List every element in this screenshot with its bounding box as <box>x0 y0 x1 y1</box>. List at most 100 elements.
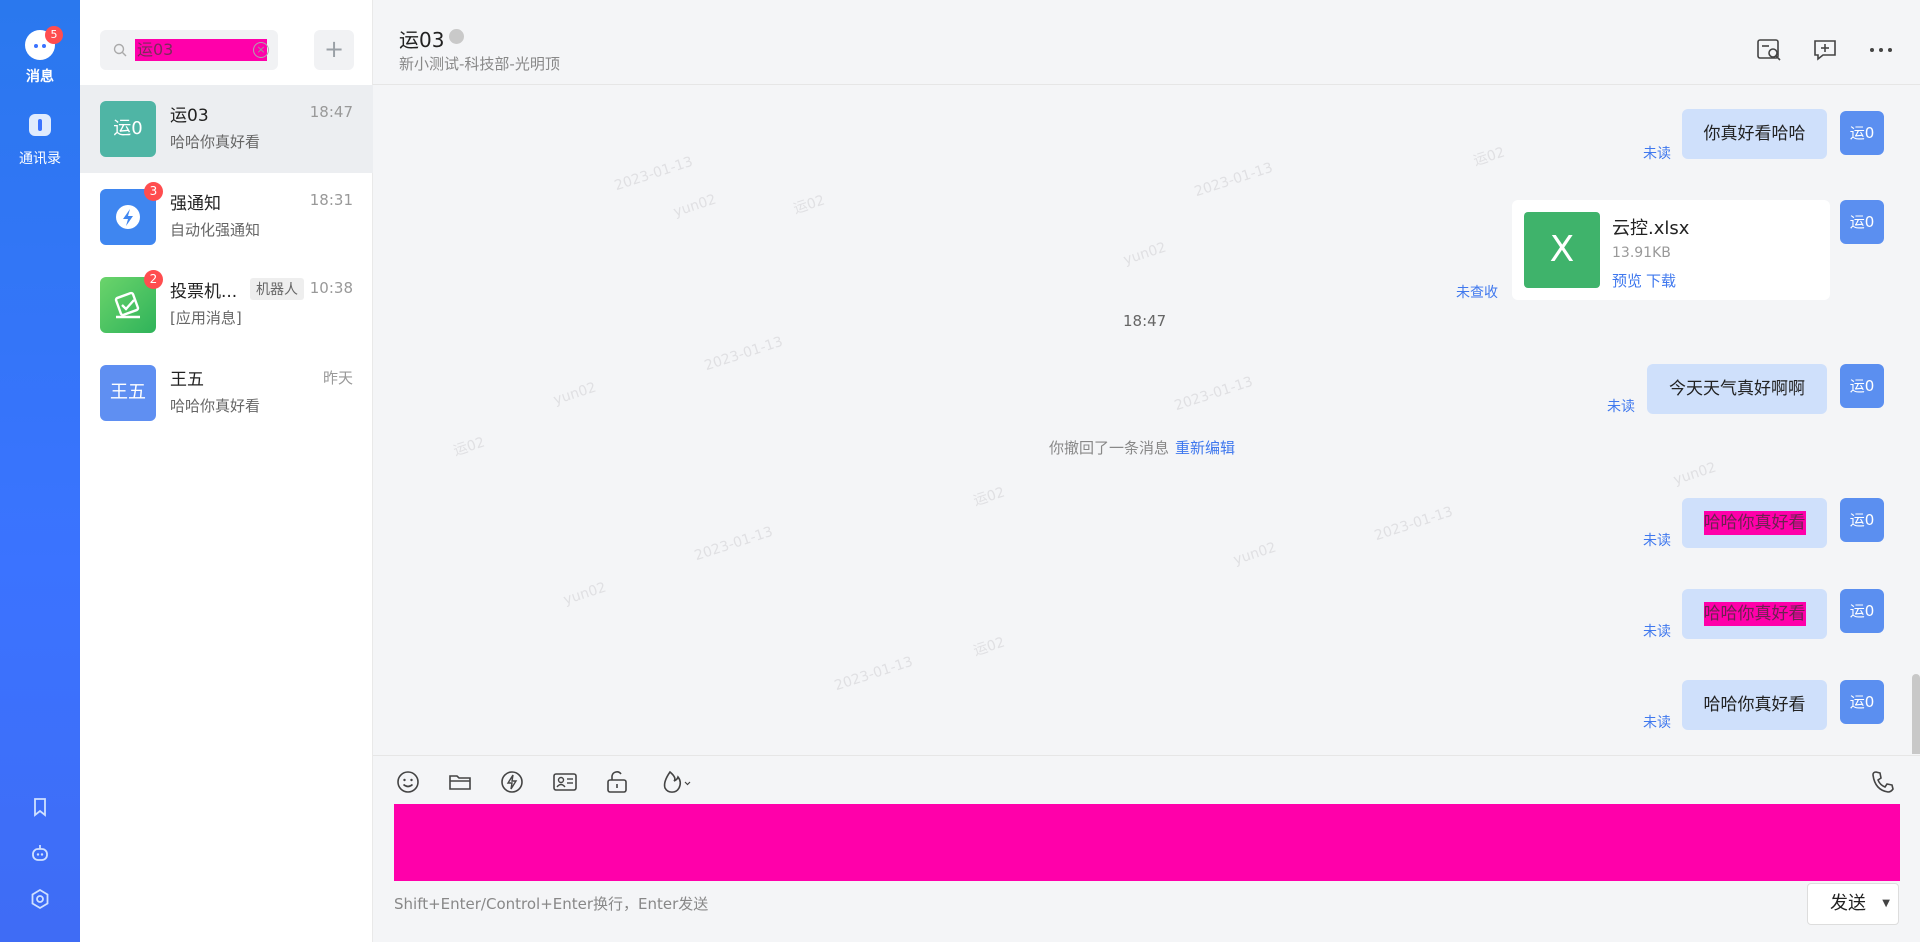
chat-subtitle: 新小测试-科技部-光明顶 <box>399 55 560 73</box>
watermark: 运02 <box>1471 144 1507 170</box>
file-size: 13.91KB <box>1612 245 1671 261</box>
messages-icon: 5 <box>25 26 63 60</box>
search-box[interactable]: 运03 × <box>100 30 278 70</box>
nav-messages-label: 消息 <box>26 69 54 85</box>
send-options-icon[interactable]: ▼ <box>1882 884 1890 924</box>
chat-header: 运03 新小测试-科技部-光明顶 <box>373 0 1920 85</box>
message-bubble[interactable]: 你真好看哈哈 <box>1682 109 1827 159</box>
recall-text: 你撤回了一条消息 <box>1049 439 1170 457</box>
flash-icon[interactable] <box>498 768 526 796</box>
avatar[interactable]: 运0 <box>1840 111 1884 155</box>
phone-icon[interactable] <box>1869 768 1897 796</box>
contact-card-icon[interactable] <box>551 768 579 796</box>
watermark: yun02 <box>551 379 599 409</box>
input-hint: Shift+Enter/Control+Enter换行，Enter发送 <box>394 895 709 913</box>
conversation-time: 10:38 <box>309 279 353 297</box>
avatar[interactable]: 运0 <box>1840 364 1884 408</box>
message-bubble[interactable]: 哈哈你真好看 <box>1682 498 1827 548</box>
watermark: 运02 <box>971 484 1007 510</box>
message-bubble[interactable]: 哈哈你真好看 <box>1682 589 1827 639</box>
status-dot <box>449 29 464 44</box>
chat-title: 运03 <box>399 28 445 52</box>
system-time: 18:47 <box>1123 312 1167 330</box>
messages-badge: 5 <box>45 26 63 44</box>
conversation-name: 强通知 <box>170 194 221 214</box>
message-text: 今天天气真好啊啊 <box>1669 379 1805 399</box>
message-bubble[interactable]: 今天天气真好啊啊 <box>1647 364 1827 414</box>
burn-after-reading-icon[interactable] <box>656 768 694 796</box>
clear-search-icon[interactable]: × <box>253 42 269 58</box>
watermark: yun02 <box>561 579 609 609</box>
search-history-icon[interactable] <box>1755 36 1783 64</box>
watermark: 2023-01-13 <box>702 333 785 375</box>
preview-link[interactable]: 预览 <box>1612 270 1642 291</box>
watermark: 运02 <box>971 634 1007 660</box>
message-bubble[interactable]: 哈哈你真好看 <box>1682 680 1827 730</box>
download-link[interactable]: 下载 <box>1646 270 1676 291</box>
conversation-preview: 哈哈你真好看 <box>170 133 261 151</box>
excel-icon: X <box>1524 212 1600 288</box>
conversation-preview: 哈哈你真好看 <box>170 397 261 415</box>
nav-contacts-label: 通讯录 <box>19 151 61 167</box>
send-button[interactable]: 发送 ▼ <box>1807 883 1899 925</box>
message-text: 你真好看哈哈 <box>1703 124 1806 144</box>
scrollbar[interactable] <box>1912 674 1920 754</box>
message-text: 哈哈你真好看 <box>1703 695 1806 715</box>
recall-notice: 你撤回了一条消息 重新编辑 <box>1049 437 1235 458</box>
watermark: 2023-01-13 <box>1372 503 1455 545</box>
conversation-item[interactable]: 3 强通知 18:31 自动化强通知 <box>80 173 373 261</box>
new-chat-icon[interactable] <box>1811 36 1839 64</box>
message-input[interactable] <box>394 804 1900 881</box>
emoji-icon[interactable] <box>394 768 422 796</box>
conversation-item[interactable]: 2 投票机... 机器人 10:38 [应用消息] <box>80 261 373 349</box>
re-edit-link[interactable]: 重新编辑 <box>1175 439 1235 457</box>
more-icon[interactable] <box>1867 36 1895 64</box>
send-label: 发送 <box>1830 893 1866 914</box>
conversation-preview: [应用消息] <box>170 309 242 327</box>
conversation-time: 18:31 <box>309 191 353 209</box>
avatar: 运0 <box>100 101 156 157</box>
conversation-time: 18:47 <box>309 103 353 121</box>
avatar[interactable]: 运0 <box>1840 589 1884 633</box>
watermark: 2023-01-13 <box>612 153 695 195</box>
file-status: 未查收 <box>1456 285 1498 301</box>
file-message[interactable]: X 云控.xlsx 13.91KB 预览 下载 <box>1512 200 1830 300</box>
conversation-time: 昨天 <box>322 369 353 387</box>
message-text: 哈哈你真好看 <box>1703 602 1806 626</box>
conversation-item[interactable]: 王五 王五 昨天 哈哈你真好看 <box>80 349 373 437</box>
nav-messages[interactable]: 5 消息 <box>0 26 80 86</box>
message-area: 运02 yun02 2023-01-13 2023-01-13 yun02 20… <box>373 86 1920 754</box>
chat-panel: 运03 新小测试-科技部-光明顶 运02 yun02 2023-01-13 20… <box>373 0 1920 942</box>
avatar[interactable]: 运0 <box>1840 498 1884 542</box>
file-name: 云控.xlsx <box>1612 218 1690 239</box>
watermark: yun02 <box>1231 539 1279 569</box>
contacts-icon <box>29 114 51 136</box>
conversation-name: 运03 <box>170 106 209 126</box>
watermark: yun02 <box>1121 239 1169 269</box>
conversation-list: 运03 × + 运0 运03 18:47 哈哈你真好看 3 强通知 18:31 … <box>80 0 373 942</box>
watermark: 运02 <box>791 192 827 218</box>
unread-badge: 2 <box>144 270 163 289</box>
unlock-icon[interactable] <box>603 768 631 796</box>
read-status: 未读 <box>1643 146 1671 162</box>
robot-tag: 机器人 <box>250 278 304 300</box>
conversation-item[interactable]: 运0 运03 18:47 哈哈你真好看 <box>80 85 373 173</box>
left-rail: 5 消息 通讯录 <box>0 0 80 942</box>
robot-icon[interactable] <box>0 842 80 868</box>
folder-icon[interactable] <box>446 768 474 796</box>
nav-contacts[interactable]: 通讯录 <box>0 114 80 168</box>
read-status: 未读 <box>1643 624 1671 640</box>
watermark: 运02 <box>451 434 487 460</box>
avatar[interactable]: 运0 <box>1840 200 1884 244</box>
bookmark-icon[interactable] <box>0 796 80 822</box>
watermark: 2023-01-13 <box>832 653 915 695</box>
read-status: 未读 <box>1643 715 1671 731</box>
conversation-name: 王五 <box>170 370 204 390</box>
settings-icon[interactable] <box>0 888 80 914</box>
add-button[interactable]: + <box>314 30 354 70</box>
watermark: 2023-01-13 <box>692 523 775 565</box>
watermark: yun02 <box>671 191 719 221</box>
message-text: 哈哈你真好看 <box>1703 511 1806 535</box>
avatar[interactable]: 运0 <box>1840 680 1884 724</box>
search-input[interactable]: 运03 <box>135 39 267 61</box>
